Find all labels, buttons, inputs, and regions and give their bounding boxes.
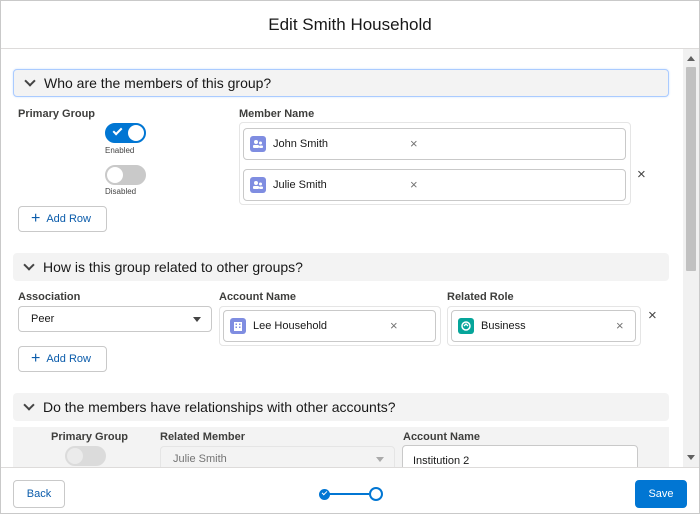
chevron-down-icon: [24, 75, 36, 87]
section-accounts-title: Do the members have relationships with o…: [43, 399, 396, 415]
chevron-down-icon: [23, 259, 35, 271]
account-name-input[interactable]: Institution 2: [402, 445, 638, 467]
account-name-value: Institution 2: [413, 455, 470, 467]
remove-row-icon[interactable]: ×: [648, 307, 657, 324]
add-member-row-button[interactable]: + Add Row: [18, 206, 107, 232]
add-group-row-button[interactable]: + Add Row: [18, 346, 107, 372]
step-complete-icon[interactable]: [319, 489, 330, 500]
remove-pill-icon[interactable]: ×: [410, 177, 418, 192]
primary-group-toggle-john[interactable]: [105, 123, 146, 143]
related-member-column-label: Related Member: [160, 431, 245, 443]
toggle-knob: [128, 125, 144, 141]
section-groups-title: How is this group related to other group…: [43, 259, 303, 275]
member-name: Julie Smith: [273, 179, 327, 191]
section-members-header[interactable]: Who are the members of this group?: [13, 69, 669, 97]
relationship-role-icon: [458, 318, 474, 334]
remove-pill-icon[interactable]: ×: [616, 318, 624, 333]
modal-title: Edit Smith Household: [268, 14, 432, 34]
primary-group-column-label: Primary Group: [18, 108, 96, 120]
edit-household-modal: Edit Smith Household Who are the members…: [0, 0, 700, 514]
member-pill-julie[interactable]: Julie Smith ×: [243, 169, 626, 201]
section-accounts-header[interactable]: Do the members have relationships with o…: [13, 393, 669, 421]
section-groups-header[interactable]: How is this group related to other group…: [13, 253, 669, 281]
scroll-thumb[interactable]: [686, 67, 696, 271]
household-contact-icon: [250, 177, 266, 193]
household-account-icon: [230, 318, 246, 334]
account-name: Lee Household: [253, 320, 328, 332]
member-name-column-label: Member Name: [239, 108, 315, 120]
role-pill-business[interactable]: Business ×: [451, 310, 636, 342]
progress-line: [329, 493, 369, 495]
related-member-value: Julie Smith: [173, 453, 227, 465]
plus-icon: +: [31, 350, 41, 367]
save-button[interactable]: Save: [635, 480, 687, 508]
role-name: Business: [481, 320, 526, 332]
association-column-label: Association: [18, 291, 81, 303]
remove-pill-icon[interactable]: ×: [410, 136, 418, 151]
toggle-state-label: Disabled: [105, 187, 137, 196]
toggle-knob: [107, 167, 123, 183]
primary-group-column-label: Primary Group: [51, 431, 129, 443]
member-pill-john[interactable]: John Smith ×: [243, 128, 626, 160]
add-row-label: Add Row: [46, 213, 91, 225]
caret-down-icon: [376, 457, 384, 462]
association-select[interactable]: Peer: [18, 306, 212, 332]
toggle-state-label: Enabled: [105, 146, 135, 155]
caret-down-icon: [193, 317, 201, 322]
primary-group-toggle-disabled[interactable]: [65, 446, 106, 466]
modal-header: Edit Smith Household: [1, 1, 699, 49]
remove-row-icon[interactable]: ×: [637, 166, 646, 183]
scroll-up-arrow-icon[interactable]: [687, 56, 695, 61]
chevron-down-icon: [23, 399, 35, 411]
scroll-down-arrow-icon[interactable]: [687, 455, 695, 460]
account-name-column-label: Account Name: [403, 431, 481, 443]
member-name: John Smith: [273, 138, 329, 150]
modal-body: Who are the members of this group? Prima…: [1, 49, 699, 467]
section-members-title: Who are the members of this group?: [44, 75, 272, 91]
primary-group-toggle-julie[interactable]: [105, 165, 146, 185]
vertical-scrollbar[interactable]: [683, 49, 699, 467]
plus-icon: +: [31, 210, 41, 227]
modal-footer: Back Save: [1, 467, 699, 513]
account-name-column-label: Account Name: [219, 291, 297, 303]
toggle-knob: [67, 448, 83, 464]
remove-pill-icon[interactable]: ×: [390, 318, 398, 333]
association-value: Peer: [31, 313, 55, 325]
add-row-label: Add Row: [46, 353, 91, 365]
related-member-select[interactable]: Julie Smith: [160, 446, 395, 467]
back-button[interactable]: Back: [13, 480, 65, 508]
account-pill-lee[interactable]: Lee Household ×: [223, 310, 436, 342]
progress-indicator: [319, 487, 385, 501]
household-contact-icon: [250, 136, 266, 152]
step-current-icon[interactable]: [369, 487, 383, 501]
check-icon: [112, 125, 123, 136]
related-role-column-label: Related Role: [447, 291, 514, 303]
